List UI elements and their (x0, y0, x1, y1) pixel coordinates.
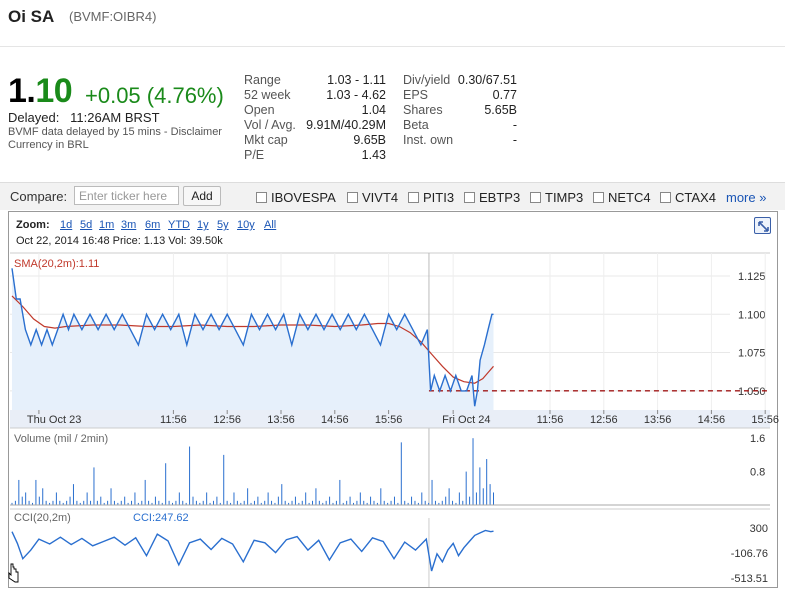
cci-y-tick: -106.76 (731, 548, 768, 560)
time-tick-label: Fri Oct 24 (442, 414, 490, 426)
time-tick-label: 12:56 (590, 414, 618, 426)
time-tick-label: 11:56 (160, 414, 187, 426)
volume-y-tick: 1.6 (750, 433, 765, 445)
time-tick-label: Thu Oct 23 (27, 414, 81, 426)
time-tick-label: 13:56 (644, 414, 672, 426)
time-tick-label: 12:56 (213, 414, 241, 426)
cci-line (11, 529, 494, 572)
cci-value: CCI:247.62 (133, 512, 189, 524)
hand-cursor-icon (8, 563, 19, 583)
price-y-tick: 1.075 (738, 348, 766, 360)
time-tick-label: 14:56 (321, 414, 349, 426)
price-area (12, 268, 494, 410)
chart-svg[interactable]: 1.125 1.100 1.075 1.050 SMA(20,2m):1.11 Thu O… (0, 0, 785, 590)
time-tick-label: 13:56 (267, 414, 295, 426)
hand-cursor-shape (8, 563, 19, 583)
cci-y-tick: 300 (750, 523, 768, 535)
price-y-tick: 1.050 (738, 386, 766, 398)
time-tick-label: 14:56 (698, 414, 726, 426)
time-tick-label: 11:56 (537, 414, 564, 426)
sma-label: SMA(20,2m):1.11 (14, 258, 99, 270)
time-tick-label: 15:56 (751, 414, 779, 426)
price-y-tick: 1.125 (738, 271, 766, 283)
price-y-tick: 1.100 (738, 309, 766, 321)
cci-y-tick: -513.51 (731, 573, 768, 585)
volume-y-tick: 0.8 (750, 467, 765, 479)
volume-label: Volume (mil / 2min) (14, 433, 108, 445)
time-tick-label: 15:56 (375, 414, 403, 426)
cci-label: CCI(20,2m) (14, 512, 71, 524)
